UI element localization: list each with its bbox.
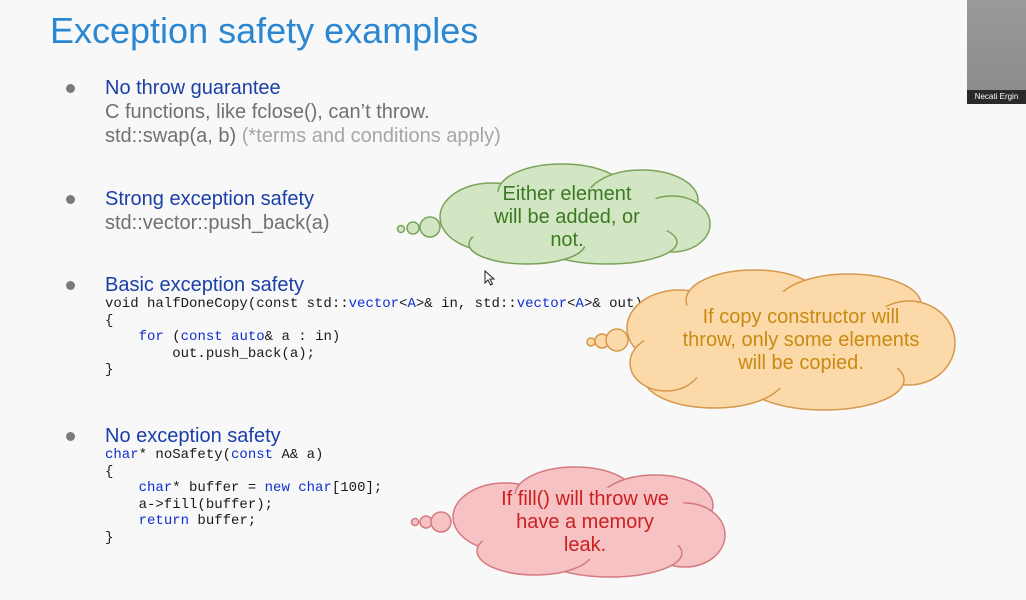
thought-cloud-none: If fill() will throw we have a memory le… bbox=[410, 465, 730, 580]
thought-cloud-basic: If copy constructor will throw, only som… bbox=[584, 268, 962, 413]
cloud-text-basic: If copy constructor will throw, only som… bbox=[682, 305, 920, 374]
section-heading-basic: Basic exception safety bbox=[105, 274, 304, 296]
webcam-overlay: Necati Ergin bbox=[967, 0, 1026, 104]
swap-text: std::swap(a, b) bbox=[105, 125, 237, 147]
section-text-c-functions: C functions, like fclose(), can’t throw. bbox=[105, 101, 430, 123]
slide-title: Exception safety examples bbox=[50, 10, 479, 51]
code-block-no-safety: char* noSafety(const A& a) { char* buffe… bbox=[105, 447, 383, 546]
section-heading-none: No exception safety bbox=[105, 425, 281, 447]
code-block-half-done-copy: void halfDoneCopy(const std::vector<A>& … bbox=[105, 296, 643, 378]
bullet-dot bbox=[66, 84, 75, 93]
section-text-push-back: std::vector::push_back(a) bbox=[105, 212, 330, 234]
bullet-dot bbox=[66, 281, 75, 290]
webcam-name-label: Necati Ergin bbox=[967, 90, 1026, 104]
thought-cloud-strong: Either element will be added, or not. bbox=[392, 162, 717, 267]
section-heading-strong: Strong exception safety bbox=[105, 188, 315, 210]
section-text-swap: std::swap(a, b) (*terms and conditions a… bbox=[105, 125, 501, 148]
section-heading-no-throw: No throw guarantee bbox=[105, 77, 281, 99]
bullet-dot bbox=[66, 195, 75, 204]
terms-note: (*terms and conditions apply) bbox=[241, 125, 501, 147]
mouse-cursor-icon bbox=[484, 270, 496, 286]
bullet-dot bbox=[66, 432, 75, 441]
cloud-text-strong: Either element will be added, or not. bbox=[494, 182, 640, 251]
cloud-text-none: If fill() will throw we have a memory le… bbox=[501, 488, 669, 556]
